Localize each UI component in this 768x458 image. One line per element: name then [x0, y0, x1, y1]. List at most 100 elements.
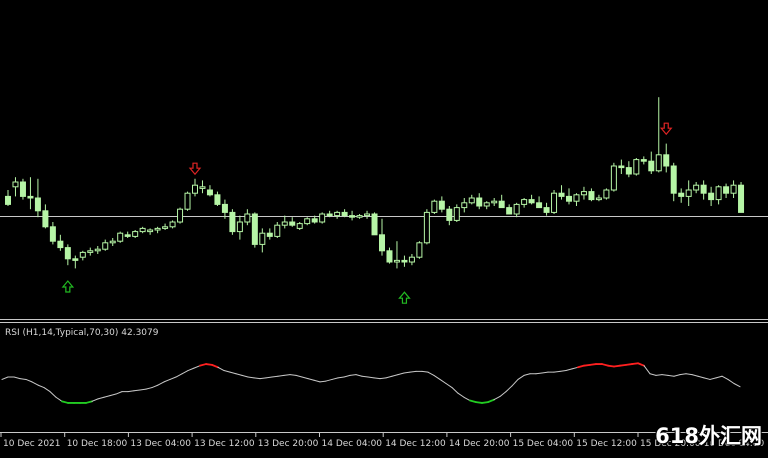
candle — [610, 162, 617, 192]
candle-body-bear — [723, 186, 730, 194]
candle — [431, 199, 438, 214]
candle-body-bear — [5, 195, 11, 205]
candle-body-bear — [446, 208, 453, 221]
candle-body-bull — [117, 232, 124, 242]
time-tick-label: 14 Dec 12:00 — [385, 439, 446, 449]
candle — [319, 212, 326, 224]
candle — [304, 217, 311, 226]
candle-body-bull — [461, 202, 468, 209]
candle-body-bear — [588, 191, 595, 201]
candle — [738, 182, 745, 213]
candle-body-bull — [244, 213, 251, 223]
rsi-segment-overbought — [631, 362, 639, 365]
candle-body-bull — [296, 223, 303, 229]
rsi-segment-overbought — [589, 363, 597, 366]
candle-body-bull — [192, 184, 198, 194]
candle — [423, 209, 430, 245]
candle-body-bear — [206, 189, 213, 196]
candle-body-bear — [326, 213, 333, 217]
time-tick-label: 14 Dec 20:00 — [449, 439, 510, 449]
candle — [177, 207, 184, 224]
candle-body-bear — [438, 200, 445, 210]
rsi-indicator-label: RSI (H1,14,Typical,70,30) 42.3079 — [5, 328, 159, 338]
candle-body-bull — [610, 165, 617, 191]
time-tick-label: 14 Dec 04:00 — [322, 439, 383, 449]
candle-body-bull — [102, 242, 109, 250]
candle-body-bear — [27, 195, 34, 199]
candle — [551, 190, 558, 214]
candle-body-bull — [154, 227, 161, 231]
candle-body-bull — [416, 242, 423, 258]
candle-body-bull — [79, 251, 86, 258]
candle-body-bear — [528, 199, 535, 204]
candle-body-bear — [700, 184, 707, 194]
candle-body-bull — [431, 200, 438, 213]
candle-body-bull — [453, 207, 460, 221]
candle-body-bull — [12, 181, 19, 188]
candle-body-bull — [730, 184, 737, 194]
candle-body-bear — [289, 221, 296, 226]
candle-body-bull — [595, 197, 602, 201]
candle-body-bull — [147, 229, 154, 233]
candle-body-bull — [693, 184, 700, 191]
candle-body-bear — [72, 258, 79, 261]
watermark-logo: 618外汇网 — [655, 424, 762, 448]
candle-body-bear — [19, 181, 26, 197]
candle-body-bull — [491, 200, 498, 204]
candle-body-bull — [423, 211, 430, 244]
candle-body-bear — [625, 167, 632, 175]
candle-body-bull — [169, 221, 176, 228]
candle — [19, 178, 26, 200]
rsi-segment-overbought — [205, 363, 213, 366]
candle — [229, 209, 236, 235]
candle-body-bull — [468, 197, 475, 204]
candle-body-bull — [236, 221, 243, 233]
candle-body-bull — [408, 256, 415, 263]
candle-body-bear — [251, 213, 258, 245]
candle-body-bull — [132, 231, 139, 237]
candle-body-bull — [483, 202, 490, 207]
candle-body-bull — [633, 159, 640, 175]
candle-body-bull — [715, 186, 722, 201]
candle-body-bull — [304, 218, 311, 225]
candle-body-bull — [364, 213, 371, 217]
candle — [371, 212, 378, 236]
trading-chart[interactable]: RSI (H1,14,Typical,70,30) 42.3079 10 Dec… — [0, 0, 768, 454]
candle-body-bull — [393, 259, 400, 263]
candle-body-bull — [580, 191, 587, 196]
candle — [296, 222, 303, 230]
candle-body-bull — [319, 213, 326, 223]
candle-body-bear — [648, 160, 655, 172]
candle-body-bear — [49, 226, 56, 242]
candle-body-bear — [678, 192, 685, 197]
rsi-segment-oversold — [481, 401, 489, 404]
candle — [416, 241, 423, 259]
candle-body-bear — [543, 207, 550, 213]
candle-body-bull — [551, 192, 558, 213]
candle — [132, 230, 139, 238]
time-tick-label: 10 Dec 2021 — [3, 439, 61, 449]
candle-body-bull — [87, 250, 94, 253]
candle-body-bull — [603, 189, 610, 199]
candle-body-bear — [506, 207, 513, 215]
candle-body-bear — [214, 194, 221, 205]
chart-background — [0, 0, 768, 454]
candle-body-bull — [521, 199, 528, 205]
candle-body-bear — [311, 218, 318, 223]
candle-body-bear — [498, 200, 505, 209]
candle-body-bear — [670, 165, 677, 194]
candle — [169, 220, 176, 229]
candle-body-bull — [281, 221, 288, 226]
candle — [603, 188, 610, 200]
rsi-segment-overbought — [583, 363, 591, 367]
candle-body-bear — [663, 154, 670, 167]
candle-body-bear — [229, 211, 236, 233]
time-tick-label: 13 Dec 12:00 — [194, 439, 255, 449]
candle — [251, 212, 258, 248]
candle-body-bear — [401, 259, 408, 263]
candle-body-bear — [386, 250, 393, 263]
candle-body-bear — [536, 202, 543, 209]
candle-body-bull — [573, 194, 580, 202]
candle-body-bear — [738, 184, 745, 213]
candle-body-bear — [221, 203, 228, 213]
